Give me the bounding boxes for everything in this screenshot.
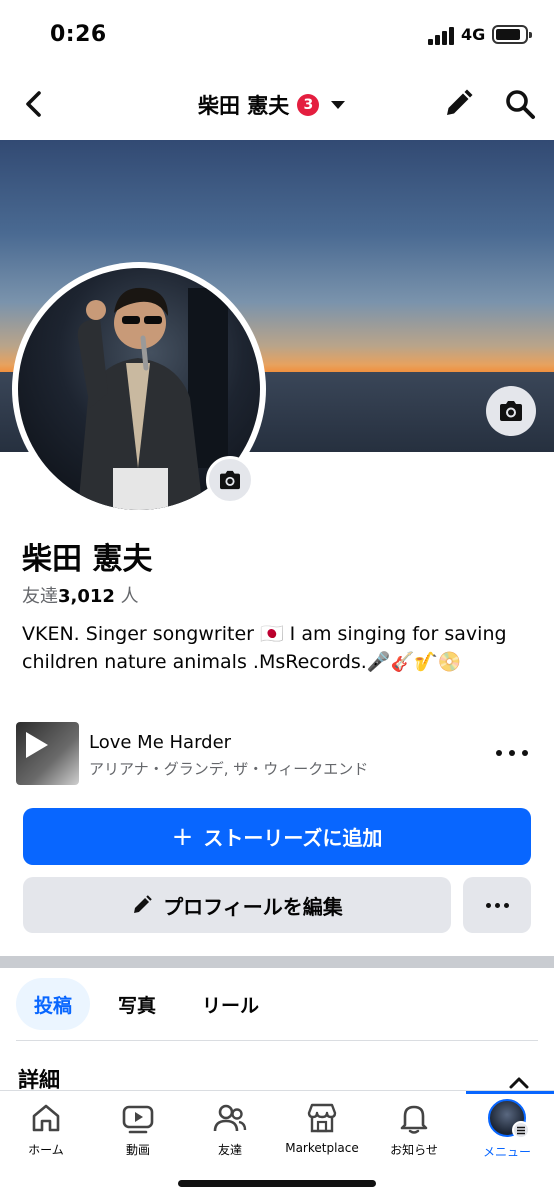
music-more-button[interactable] — [496, 740, 528, 766]
nav-label: 動画 — [125, 1143, 150, 1157]
top-header: 柴田 憲夫 3 — [0, 70, 554, 140]
bell-icon — [400, 1105, 428, 1134]
album-art[interactable] — [16, 722, 79, 785]
home-indicator — [178, 1180, 376, 1187]
status-bar: 0:26 4G — [0, 0, 554, 70]
edit-avatar-button[interactable] — [206, 456, 254, 504]
nav-video[interactable]: 動画 — [93, 1097, 183, 1163]
add-story-button[interactable]: + ストーリーズに追加 — [23, 808, 531, 865]
back-button[interactable] — [18, 87, 52, 121]
profile-more-button[interactable] — [463, 877, 531, 933]
dot — [522, 750, 528, 756]
friends-icon — [213, 1104, 247, 1132]
edit-profile-button[interactable]: プロフィールを編集 — [23, 877, 451, 933]
song-artist: アリアナ・グランデ, ザ・ウィークエンド — [89, 760, 369, 778]
nav-label: メニュー — [482, 1145, 531, 1159]
search-icon — [506, 90, 535, 119]
profile-tabs: 投稿 写真 リール — [16, 978, 277, 1030]
nav-label: Marketplace — [285, 1141, 359, 1155]
chevron-left-icon — [26, 91, 41, 117]
pencil-icon — [134, 895, 152, 913]
edit-cover-photo-button[interactable] — [486, 386, 536, 436]
plus-icon: + — [171, 821, 194, 852]
pencil-icon — [447, 89, 473, 115]
video-icon — [122, 1105, 154, 1134]
caret-down-icon — [331, 101, 346, 109]
nav-notifications[interactable]: お知らせ — [369, 1097, 459, 1163]
header-title: 柴田 憲夫 — [198, 94, 290, 118]
nav-label: 友達 — [217, 1143, 242, 1157]
battery-icon — [492, 25, 532, 44]
home-icon — [32, 1104, 60, 1132]
profile-bio: VKEN. Singer songwriter 🇯🇵 I am singing … — [22, 623, 507, 673]
edit-button[interactable] — [440, 86, 476, 122]
menu-avatar-icon — [488, 1099, 530, 1139]
search-button[interactable] — [502, 86, 538, 122]
nav-label: お知らせ — [390, 1143, 438, 1157]
song-title: Love Me Harder — [89, 732, 232, 753]
play-icon — [26, 732, 48, 758]
camera-icon — [220, 470, 240, 490]
status-time: 0:26 — [50, 22, 107, 47]
dot — [503, 902, 509, 908]
dot — [485, 902, 491, 908]
notification-badge: 3 — [297, 94, 320, 116]
nav-friends[interactable]: 友達 — [185, 1097, 275, 1163]
dot — [496, 750, 502, 756]
nav-label: ホーム — [28, 1143, 64, 1157]
friends-prefix: 友達 — [22, 586, 58, 607]
edit-profile-label: プロフィールを編集 — [163, 894, 343, 919]
tab-posts[interactable]: 投稿 — [16, 978, 91, 1030]
signal-icon — [428, 27, 456, 45]
dot — [494, 902, 500, 908]
nav-home[interactable]: ホーム — [1, 1097, 91, 1163]
profile-music[interactable]: Love Me Harder アリアナ・グランデ, ザ・ウィークエンド — [16, 722, 536, 786]
tab-reels[interactable]: リール — [184, 978, 277, 1030]
friends-count: 3,012 — [58, 586, 115, 607]
dot — [509, 750, 515, 756]
network-type: 4G — [461, 25, 486, 44]
menu-lines-icon — [512, 1121, 530, 1139]
add-story-label: ストーリーズに追加 — [203, 826, 383, 850]
camera-icon — [500, 401, 522, 421]
chevron-up-icon[interactable] — [508, 1076, 530, 1090]
marketplace-icon — [307, 1103, 337, 1133]
friends-suffix: 人 — [120, 586, 139, 607]
active-tab-indicator — [466, 1091, 554, 1094]
tabs-divider — [16, 1040, 538, 1041]
friends-count-line[interactable]: 友達3,012 人 — [22, 582, 139, 608]
nav-menu[interactable]: メニュー — [462, 1097, 552, 1163]
profile-switcher[interactable]: 柴田 憲夫 3 — [198, 90, 346, 120]
profile-name: 柴田 憲夫 — [22, 542, 153, 577]
tab-photos[interactable]: 写真 — [100, 978, 174, 1030]
nav-marketplace[interactable]: Marketplace — [277, 1097, 367, 1163]
section-divider — [0, 956, 554, 968]
